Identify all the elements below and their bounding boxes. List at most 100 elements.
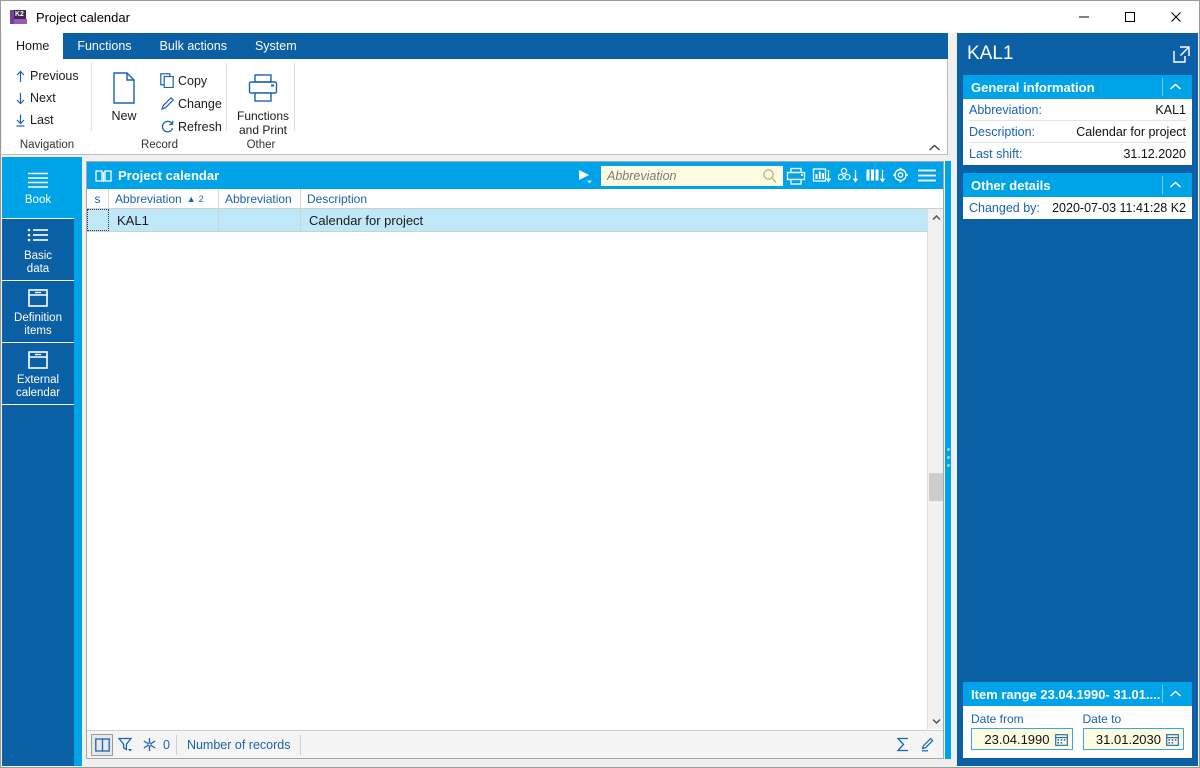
copy-button[interactable]: Copy <box>156 69 222 92</box>
next-button[interactable]: Next <box>10 87 92 109</box>
column-header-abbreviation-1[interactable]: Abbreviation ▲ 2 <box>109 188 219 209</box>
chevron-up-icon[interactable] <box>928 144 941 152</box>
freeze-count: 0 <box>163 737 170 752</box>
box-icon <box>27 348 49 372</box>
ribbon-group-record: New Copy Change Refresh Record <box>92 59 227 155</box>
tab-bulk-actions[interactable]: Bulk actions <box>146 33 241 59</box>
detail-row-description: Description: Calendar for project <box>969 121 1186 143</box>
tab-system[interactable]: System <box>241 33 311 59</box>
group-label-record: Record <box>140 139 179 151</box>
sidebar-label-basic-data-l2: data <box>26 262 50 275</box>
detail-key-changed-by: Changed by: <box>969 201 1040 215</box>
search-input-wrapper[interactable] <box>601 165 783 186</box>
pencil-edit-icon[interactable] <box>915 734 939 756</box>
columns-export-icon[interactable] <box>862 167 889 185</box>
calendar-icon[interactable] <box>1054 733 1068 746</box>
table-row[interactable]: KAL1 Calendar for project <box>87 209 927 231</box>
scrollbar-thumb[interactable] <box>929 473 943 501</box>
tab-home[interactable]: Home <box>2 33 64 59</box>
date-to-value: 31.01.2030 <box>1095 731 1161 747</box>
pencil-icon <box>156 96 178 111</box>
open-external-icon[interactable] <box>1173 45 1190 63</box>
chevron-up-icon[interactable] <box>1162 685 1188 703</box>
search-icon <box>762 168 778 184</box>
date-from-input[interactable]: 23.04.1990 <box>971 728 1073 750</box>
section-header-other-details[interactable]: Other details <box>963 173 1192 197</box>
print-icon[interactable] <box>783 167 809 185</box>
title-bar: K2 Project calendar <box>1 1 1199 33</box>
book-lines-icon <box>26 168 50 192</box>
list-icon <box>26 224 50 248</box>
previous-label: Previous <box>30 69 79 83</box>
sidebar-label-definition-items-l1: Definition <box>14 312 62 324</box>
previous-button[interactable]: Previous <box>10 65 92 87</box>
row-selector-cell[interactable] <box>87 209 109 231</box>
group-export-icon[interactable] <box>835 167 862 185</box>
last-label: Last <box>30 113 54 127</box>
section-header-general-information[interactable]: General information <box>963 75 1192 99</box>
detail-key-last-shift: Last shift: <box>969 147 1023 161</box>
number-of-records-label: Number of records <box>175 734 302 755</box>
column-header-s[interactable]: s <box>87 188 109 209</box>
section-title-other-details: Other details <box>971 177 1051 193</box>
book-view-icon[interactable] <box>91 733 113 756</box>
close-button[interactable] <box>1153 1 1199 33</box>
section-general-information: General information Abbreviation: KAL1 D… <box>963 75 1192 165</box>
hamburger-menu-icon[interactable] <box>914 168 940 184</box>
calendar-icon[interactable] <box>1166 733 1179 746</box>
refresh-button[interactable]: Refresh <box>156 115 222 138</box>
panel-splitter[interactable] <box>945 161 951 759</box>
play-dropdown-icon[interactable] <box>573 168 601 184</box>
item-range-body: Date from 23.04.1990 Date to 31.01.2030 <box>963 706 1192 758</box>
grid-column-headers: s Abbreviation ▲ 2 Abbreviation Descript… <box>87 188 943 209</box>
detail-panel: KAL1 General information Abbreviation: K… <box>957 33 1198 766</box>
printer-icon <box>231 67 295 109</box>
arrow-up-icon <box>10 70 30 83</box>
left-sidebar: Book Basic data Definition items Externa… <box>2 157 82 766</box>
grid-toolbar <box>573 162 943 189</box>
scroll-down-button[interactable] <box>928 712 944 729</box>
last-button[interactable]: Last <box>10 109 92 131</box>
chevron-up-icon[interactable] <box>1162 78 1188 96</box>
section-other-details: Other details Changed by: 2020-07-03 11:… <box>963 173 1192 219</box>
copy-icon <box>156 73 178 88</box>
row-separator <box>87 231 927 232</box>
sidebar-item-book[interactable]: Book <box>2 157 74 219</box>
snowflake-icon[interactable] <box>137 734 161 756</box>
box-icon <box>27 286 49 310</box>
grid-vertical-scrollbar[interactable] <box>927 209 943 729</box>
sidebar-label-external-calendar-l1: External <box>16 374 60 386</box>
date-to-input[interactable]: 31.01.2030 <box>1082 728 1184 750</box>
ribbon-tab-bar: Home Functions Bulk actions System <box>2 33 948 59</box>
section-header-item-range[interactable]: Item range 23.04.1990- 31.01.... <box>963 682 1192 706</box>
search-input[interactable] <box>607 168 765 183</box>
detail-row-abbreviation: Abbreviation: KAL1 <box>969 99 1186 121</box>
chevron-up-icon[interactable] <box>1162 176 1188 194</box>
scroll-up-button[interactable] <box>928 209 944 226</box>
change-button[interactable]: Change <box>156 92 222 115</box>
sidebar-label-basic-data-l1: Basic <box>23 250 53 262</box>
section-body-general-information: Abbreviation: KAL1 Description: Calendar… <box>963 99 1192 165</box>
sidebar-label-external-calendar-l2: calendar <box>15 386 61 399</box>
column-header-abbreviation-1-label: Abbreviation <box>115 191 182 206</box>
functions-print-label-line2: and Print <box>238 123 288 137</box>
column-header-description[interactable]: Description <box>301 189 943 209</box>
maximize-button[interactable] <box>1107 1 1153 33</box>
tab-functions[interactable]: Functions <box>63 33 145 59</box>
date-to-label: Date to <box>1082 712 1122 726</box>
grid-title: Project calendar <box>118 168 220 183</box>
settings-gear-icon[interactable] <box>889 167 914 185</box>
sidebar-item-external-calendar[interactable]: External calendar <box>2 343 74 405</box>
sidebar-item-definition-items[interactable]: Definition items <box>2 281 74 343</box>
date-from-label: Date from <box>971 712 1024 726</box>
filter-icon[interactable] <box>113 734 137 756</box>
detail-key-description: Description: <box>969 124 1035 139</box>
section-title-general-information: General information <box>971 79 1095 95</box>
new-label: New <box>111 109 137 123</box>
sigma-icon[interactable] <box>891 734 915 756</box>
minimize-button[interactable] <box>1061 1 1107 33</box>
sidebar-item-basic-data[interactable]: Basic data <box>2 219 74 281</box>
column-header-abbreviation-2[interactable]: Abbreviation <box>219 188 301 209</box>
grid-rows: KAL1 Calendar for project <box>87 209 927 729</box>
chart-export-icon[interactable] <box>809 167 835 185</box>
